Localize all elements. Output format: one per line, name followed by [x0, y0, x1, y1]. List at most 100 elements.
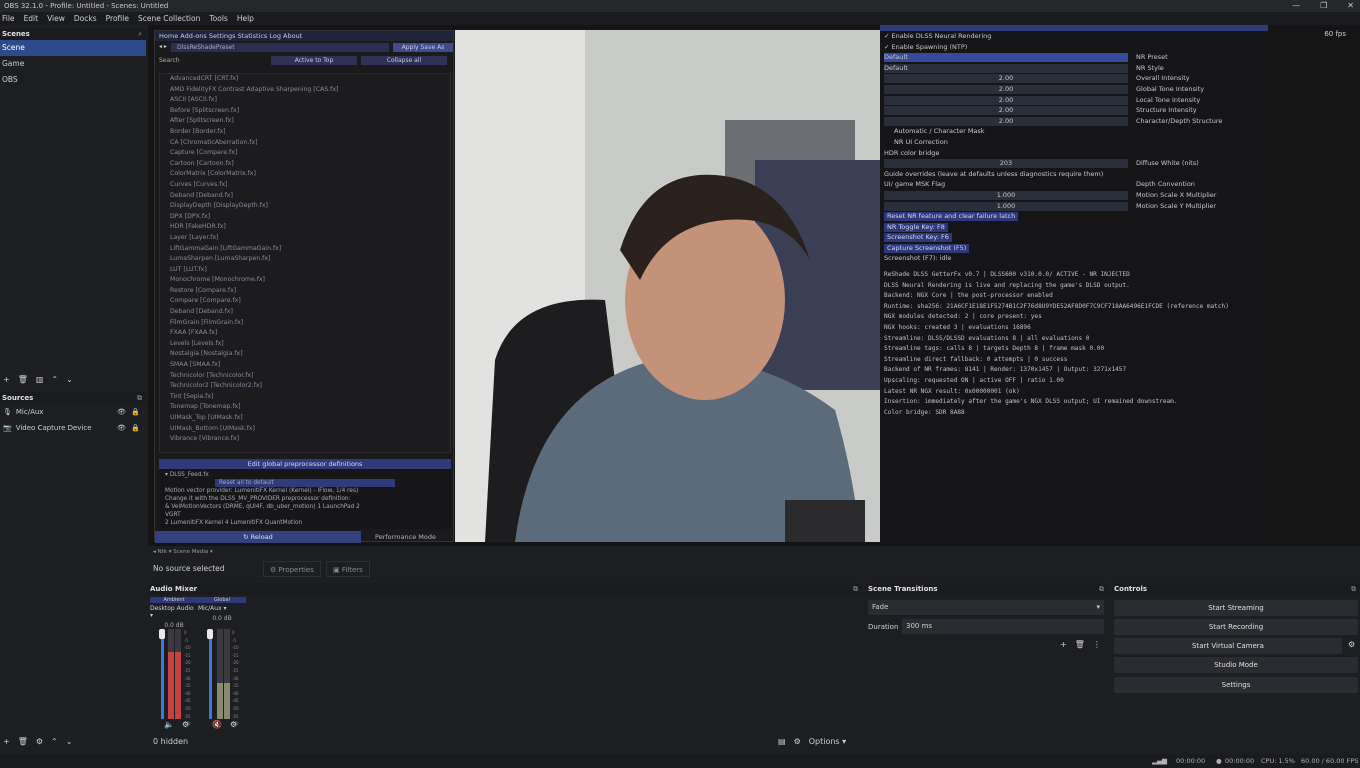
effect-item[interactable]: Deband [Deband.fx] — [170, 307, 450, 318]
move-down-icon[interactable]: ⌄ — [66, 737, 73, 746]
settings-icon[interactable]: ⚙ — [230, 720, 237, 729]
minimize-button[interactable]: — — [1292, 0, 1300, 12]
start-virtual-camera-button[interactable]: Start Virtual Camera — [1114, 638, 1342, 654]
effect-item[interactable]: Vibrance [Vibrance.fx] — [170, 434, 450, 445]
screenshot-key-button[interactable]: Screenshot Key: F6 — [884, 233, 952, 243]
visibility-eye-icon[interactable]: 👁 — [117, 404, 126, 420]
scene-item-scene[interactable]: Scene — [0, 40, 146, 56]
close-button[interactable]: ✕ — [1347, 0, 1354, 12]
visibility-eye-icon[interactable]: 👁 — [117, 420, 126, 436]
collapse-all-button[interactable]: Collapse all — [361, 56, 447, 65]
add-transition-icon[interactable]: + — [1060, 640, 1067, 649]
effect-item[interactable]: After [Splitscreen.fx] — [170, 116, 450, 127]
muted-speaker-icon[interactable]: 🔇 — [212, 720, 222, 729]
start-streaming-button[interactable]: Start Streaming — [1114, 600, 1358, 616]
nr-preset-select[interactable] — [884, 53, 1128, 63]
duration-input[interactable]: 300 ms — [902, 619, 1104, 634]
performance-mode-toggle[interactable]: Performance Mode — [361, 531, 436, 543]
scene-filter-icon[interactable]: ▥ — [36, 375, 44, 384]
more-icon[interactable]: ⋮ — [1093, 640, 1101, 649]
search-icon[interactable]: ⌕ — [138, 28, 142, 40]
effect-item[interactable]: Technicolor2 [Technicolor2.fx] — [170, 381, 450, 392]
mic-fader[interactable] — [207, 629, 213, 719]
effect-item[interactable]: FilmGrain [FilmGrain.fx] — [170, 318, 450, 329]
move-up-icon[interactable]: ⌃ — [51, 737, 58, 746]
effect-item[interactable]: Deband [Deband.fx] — [170, 191, 450, 202]
fader-knob[interactable] — [159, 629, 165, 639]
settings-button[interactable]: Settings — [1114, 677, 1358, 693]
effect-item[interactable]: Monochrome [Monochrome.fx] — [170, 275, 450, 286]
reshade-tabs[interactable]: Home Add-ons Settings Statistics Log Abo… — [155, 31, 453, 41]
settings-icon[interactable]: ⚙ — [182, 720, 189, 729]
start-recording-button[interactable]: Start Recording — [1114, 619, 1358, 635]
effect-item[interactable]: ASCII [ASCII.fx] — [170, 95, 450, 106]
menu-profile[interactable]: Profile — [106, 12, 129, 25]
dock-float-icon[interactable]: ⧉ — [137, 392, 142, 404]
speaker-icon[interactable]: 🔈 — [164, 720, 174, 729]
fader-knob[interactable] — [207, 629, 213, 639]
effect-item[interactable]: SMAA [SMAA.fx] — [170, 360, 450, 371]
automatic-mask-checkbox[interactable]: Automatic / Character Mask — [894, 126, 985, 137]
effect-item[interactable]: Compare [Compare.fx] — [170, 296, 450, 307]
ui-mask-flag[interactable]: UI/ game MSK Flag — [884, 179, 945, 190]
effect-item[interactable]: UIMask_Bottom [UIMask.fx] — [170, 424, 450, 435]
remove-source-icon[interactable]: 🗑 — [18, 737, 28, 746]
effect-item[interactable]: LiftGammaGain [LiftGammaGain.fx] — [170, 244, 450, 255]
reset-nr-button[interactable]: Reset NR feature and clear failure latch — [884, 212, 1019, 222]
filters-button[interactable]: ▣ Filters — [326, 561, 370, 577]
nr-style-select[interactable] — [884, 63, 1128, 73]
enable-neural-checkbox[interactable]: ✓ Enable DLSS Neural Rendering — [884, 31, 991, 42]
scene-item-game[interactable]: Game — [0, 56, 146, 72]
definitions-file[interactable]: ▾ DLSS_Feed.fx — [165, 471, 445, 479]
effect-item[interactable]: Tonemap [Tonemap.fx] — [170, 402, 450, 413]
transition-select[interactable]: Fade ▾ — [868, 600, 1104, 615]
effect-item[interactable]: Capture [Compare.fx] — [170, 148, 450, 159]
menu-scene-collection[interactable]: Scene Collection — [138, 12, 200, 25]
effect-item[interactable]: ColorMatrix [ColorMatrix.fx] — [170, 169, 450, 180]
move-up-icon[interactable]: ⌃ — [51, 375, 58, 384]
effect-search-input[interactable]: Search — [157, 56, 267, 65]
source-item-video-capture[interactable]: 📷 Video Capture Device 👁 🔒 — [0, 420, 146, 436]
preview-scene-tabs[interactable]: ◂ Ntk ▾ Scene Media ▾ — [148, 546, 1360, 558]
effect-item[interactable]: LumaSharpen [LumaSharpen.fx] — [170, 254, 450, 265]
source-item-mic-aux[interactable]: 🎙 Mic/Aux 👁 🔒 — [0, 404, 146, 420]
move-down-icon[interactable]: ⌄ — [66, 375, 73, 384]
add-source-icon[interactable]: + — [3, 737, 10, 746]
effect-item[interactable]: CA [ChromaticAberration.fx] — [170, 138, 450, 149]
add-scene-icon[interactable]: + — [3, 375, 10, 384]
nr-toggle-key-button[interactable]: NR Toggle Key: F8 — [884, 222, 948, 232]
effect-item[interactable]: Curves [Curves.fx] — [170, 180, 450, 191]
effect-item[interactable]: Nostalgia [Nostalgia.fx] — [170, 349, 450, 360]
properties-button[interactable]: ⚙ Properties — [263, 561, 321, 577]
effect-item[interactable]: AdvancedCRT [CRT.fx] — [170, 74, 450, 85]
depth-convention-checkbox[interactable]: Depth Convention — [1136, 179, 1195, 190]
effect-item[interactable]: LUT [LUT.fx] — [170, 265, 450, 276]
advanced-audio-icon[interactable]: ⚙ — [794, 737, 801, 746]
layout-icon[interactable]: ▤ — [778, 737, 786, 746]
effect-item[interactable]: UIMask_Top [UIMask.fx] — [170, 413, 450, 424]
enable-spawning-checkbox[interactable]: ✓ Enable Spawning (NTP) — [884, 42, 967, 53]
active-to-top-button[interactable]: Active to Top — [271, 56, 357, 65]
capture-screenshot-button[interactable]: Capture Screenshot (F5) — [884, 243, 970, 253]
reload-button[interactable]: ↻ Reload — [155, 531, 361, 543]
virtual-camera-settings-icon[interactable]: ⚙ — [1348, 640, 1355, 649]
lock-icon[interactable]: 🔒 — [131, 404, 140, 420]
edit-definitions-button[interactable]: Edit global preprocessor definitions — [159, 459, 451, 469]
preset-apply-button[interactable]: Apply Save As — [393, 43, 453, 52]
remove-transition-icon[interactable]: 🗑 — [1075, 640, 1085, 649]
remove-scene-icon[interactable]: 🗑 — [18, 375, 28, 384]
menu-tools[interactable]: Tools — [209, 12, 227, 25]
preset-selector[interactable]: DlssReShadePreset — [170, 43, 389, 52]
menu-help[interactable]: Help — [237, 12, 254, 25]
effect-item[interactable]: Tint [Sepia.fx] — [170, 392, 450, 403]
effect-item[interactable]: Border [Border.fx] — [170, 127, 450, 138]
effect-item[interactable]: DPX [DPX.fx] — [170, 212, 450, 223]
menu-view[interactable]: View — [47, 12, 65, 25]
effect-item[interactable]: Levels [Levels.fx] — [170, 339, 450, 350]
effect-item[interactable]: FXAA [FXAA.fx] — [170, 328, 450, 339]
channel-name-select[interactable]: Mic/Aux ▾ — [198, 605, 246, 612]
options-button[interactable]: Options ▾ — [809, 737, 846, 746]
menu-docks[interactable]: Docks — [74, 12, 97, 25]
lock-icon[interactable]: 🔒 — [131, 420, 140, 436]
effect-item[interactable]: AMD FidelityFX Contrast Adaptive Sharpen… — [170, 85, 450, 96]
